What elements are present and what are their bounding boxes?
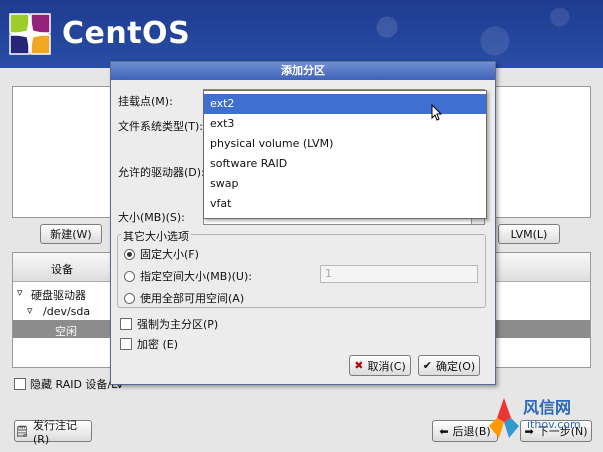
hide-raid-checkbox[interactable] <box>14 378 26 390</box>
specify-size-radio[interactable] <box>124 270 135 282</box>
ok-button[interactable]: ✔ 确定(O) <box>418 355 480 376</box>
ok-check-icon: ✔ <box>422 359 432 372</box>
watermark-logo-icon <box>489 398 519 438</box>
size-label: 大小(MB)(S): <box>118 211 185 224</box>
allowed-drives-label: 允许的驱动器(D): <box>118 166 205 179</box>
fs-option-lvm[interactable]: physical volume (LVM) <box>204 134 486 154</box>
release-notes-label: 发行注记(R) <box>32 418 77 446</box>
new-button-label: 新建(W) <box>50 228 92 241</box>
back-button-label: 后退(B) <box>452 425 491 438</box>
force-primary-option[interactable]: 强制为主分区(P) <box>120 316 218 332</box>
fs-option-raid[interactable]: software RAID <box>204 154 486 174</box>
specify-size-input[interactable]: 1 <box>320 265 478 283</box>
column-device: 设备 <box>51 263 73 276</box>
watermark-name: 风信网 <box>523 398 572 417</box>
expander-icon[interactable]: ▿ <box>27 304 33 317</box>
site-watermark: 风信网 ithov.com <box>487 392 601 444</box>
new-button[interactable]: 新建(W) <box>40 224 102 244</box>
force-primary-label: 强制为主分区(P) <box>137 318 219 331</box>
release-notes-button[interactable]: 🗒 发行注记(R) <box>14 419 92 446</box>
fs-type-label: 文件系统类型(T): <box>118 120 204 133</box>
fill-all-option[interactable]: 使用全部可用空间(A) <box>124 290 244 306</box>
specify-size-option[interactable]: 指定空间大小(MB)(U): <box>124 268 252 284</box>
mount-point-label: 挂载点(M): <box>118 95 173 108</box>
fs-option-ext3[interactable]: ext3 <box>204 114 486 134</box>
lvm-button-label: LVM(L) <box>510 227 548 241</box>
ok-button-label: 确定(O) <box>435 359 476 373</box>
specify-size-value: 1 <box>325 267 332 280</box>
cancel-x-icon: ✖ <box>354 359 364 372</box>
hide-raid-option[interactable]: 隐藏 RAID 设备/LV <box>14 376 124 392</box>
force-primary-checkbox[interactable] <box>120 318 132 330</box>
size-options-title: 其它大小选项 <box>121 228 191 244</box>
back-arrow-icon: ⬅ <box>439 424 449 438</box>
centos-logo-icon <box>9 13 51 55</box>
fs-option-swap[interactable]: swap <box>204 174 486 194</box>
fixed-size-label: 固定大小(F) <box>140 248 199 261</box>
fill-all-label: 使用全部可用空间(A) <box>140 292 245 305</box>
specify-size-label: 指定空间大小(MB)(U): <box>140 270 252 283</box>
mouse-cursor-icon <box>431 104 443 121</box>
fill-all-radio[interactable] <box>124 292 135 304</box>
header-decoration <box>243 0 603 68</box>
tree-row-label: 硬盘驱动器 <box>31 289 86 302</box>
encrypt-checkbox[interactable] <box>120 338 132 350</box>
fs-type-dropdown[interactable]: ext2 ext3 physical volume (LVM) software… <box>203 90 487 219</box>
fixed-size-option[interactable]: 固定大小(F) <box>124 246 199 262</box>
lvm-button[interactable]: LVM(L) <box>498 224 560 244</box>
cancel-button[interactable]: ✖ 取消(C) <box>349 355 411 376</box>
brand-name: CentOS <box>62 16 191 51</box>
installer-header: CentOS <box>0 0 603 68</box>
cancel-button-label: 取消(C) <box>367 359 406 373</box>
watermark-url: ithov.com <box>527 418 581 431</box>
tree-row-label: 空闲 <box>55 325 77 338</box>
notes-icon: 🗒 <box>15 424 29 438</box>
fs-option-vfat[interactable]: vfat <box>204 194 486 214</box>
fixed-size-radio[interactable] <box>124 248 135 260</box>
encrypt-option[interactable]: 加密 (E) <box>120 336 178 352</box>
tree-row-label: /dev/sda <box>43 305 91 318</box>
encrypt-label: 加密 (E) <box>137 338 179 351</box>
fs-option-ext2[interactable]: ext2 <box>204 94 486 114</box>
expander-icon[interactable]: ▿ <box>17 286 23 299</box>
dialog-title: 添加分区 <box>111 62 495 80</box>
